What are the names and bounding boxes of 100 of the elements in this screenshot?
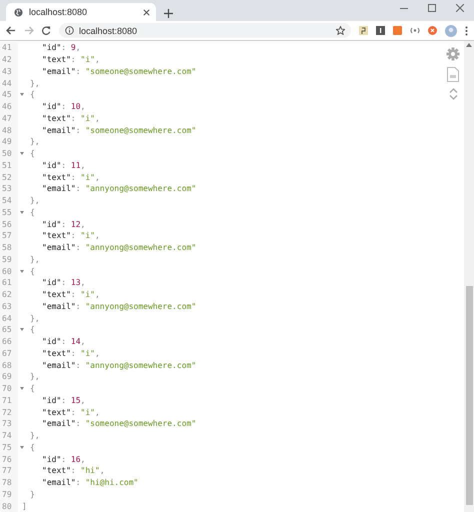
maximize-icon[interactable] (428, 4, 436, 12)
url-text: localhost:8080 (79, 26, 138, 36)
code-line: { (30, 384, 35, 394)
line-number: 78 (0, 476, 18, 488)
extension-icon[interactable] (428, 26, 437, 35)
code-line: }, (30, 372, 40, 382)
code-line: "email": "annyong@somewhere.com" (42, 243, 196, 252)
line-number: 76 (0, 453, 18, 465)
line-number: 59 (0, 254, 18, 266)
code-line: { (30, 90, 35, 100)
fold-arrow-icon[interactable] (20, 446, 24, 449)
code-line: "email": "hi@hi.com" (42, 478, 138, 488)
line-number: 41 (0, 42, 18, 54)
code-line: }, (30, 78, 40, 88)
line-number: 66 (0, 336, 18, 348)
line-number: 75 (0, 442, 18, 454)
code-line: "id": 9, (42, 43, 81, 52)
line-number: 57 (0, 230, 18, 242)
close-icon[interactable] (143, 8, 150, 16)
address-bar[interactable]: localhost:8080 (59, 23, 351, 38)
code-line: { (30, 149, 35, 158)
code-line: "text": "i", (42, 114, 100, 123)
code-line: }, (30, 254, 40, 264)
code-line: } (30, 490, 35, 499)
code-line: "id": 12, (42, 220, 86, 229)
tab-title: localhost:8080 (29, 7, 88, 17)
code-line: }, (30, 196, 40, 206)
menu-icon[interactable] (465, 26, 468, 36)
line-number: 58 (0, 242, 18, 254)
line-number: 80 (0, 500, 18, 512)
code-line: "email": "someone@somewhere.com" (42, 66, 196, 76)
line-number: 49 (0, 136, 18, 148)
scroll-up-icon[interactable] (466, 43, 472, 47)
code-line: }, (30, 137, 40, 146)
browser-tab[interactable]: localhost:8080 (6, 3, 156, 21)
back-icon[interactable] (6, 26, 16, 35)
code-line: "text": "i", (42, 348, 100, 358)
line-number: 65 (0, 324, 18, 336)
line-number: 70 (0, 382, 18, 394)
scrollbar[interactable] (464, 41, 474, 512)
new-tab-icon[interactable] (164, 9, 173, 18)
line-number: 44 (0, 77, 18, 89)
line-number: 43 (0, 66, 18, 78)
line-number: 74 (0, 430, 18, 442)
chevron-up-icon[interactable] (448, 88, 458, 93)
reload-icon[interactable] (42, 26, 51, 35)
line-number: 71 (0, 394, 18, 406)
scrollbar-thumb[interactable] (466, 286, 473, 505)
line-number: 69 (0, 371, 18, 383)
code-line: { (30, 442, 35, 452)
code-line: "email": "annyong@somewhere.com" (42, 302, 196, 311)
avatar-icon[interactable] (445, 24, 457, 36)
line-number: 61 (0, 277, 18, 289)
document-icon[interactable] (447, 67, 459, 82)
line-number: 48 (0, 124, 18, 136)
line-number: 46 (0, 100, 18, 112)
code-line: "id": 11, (42, 160, 86, 170)
line-number: 77 (0, 465, 18, 477)
line-number: 62 (0, 288, 18, 300)
code-line: "text": "i", (42, 290, 100, 300)
chevron-down-icon[interactable] (448, 95, 458, 100)
line-number: 50 (0, 148, 18, 160)
close-icon[interactable] (456, 4, 464, 12)
line-number: 56 (0, 218, 18, 230)
code-line: "id": 10, (42, 102, 86, 112)
line-number: 47 (0, 112, 18, 124)
code-line: "email": "someone@somewhere.com" (42, 419, 196, 428)
fold-arrow-icon[interactable] (20, 152, 24, 156)
extension-icon[interactable] (359, 26, 368, 35)
line-number: 45 (0, 89, 18, 101)
fold-arrow-icon[interactable] (20, 93, 24, 96)
code-line: "id": 15, (42, 396, 86, 405)
code-line: "id": 13, (42, 278, 86, 288)
extension-icon[interactable] (410, 26, 420, 35)
extension-icon[interactable] (376, 26, 385, 35)
line-number: 54 (0, 194, 18, 206)
code-line: "text": "i", (42, 172, 100, 182)
line-number: 42 (0, 54, 18, 66)
fold-arrow-icon[interactable] (20, 387, 24, 390)
settings-icon[interactable] (446, 47, 460, 61)
line-number: 63 (0, 300, 18, 312)
line-number: 79 (0, 488, 18, 500)
code-line: "email": "someone@somewhere.com" (42, 126, 196, 135)
fold-arrow-icon[interactable] (20, 270, 24, 273)
line-number: 67 (0, 348, 18, 360)
globe-icon (14, 8, 23, 16)
code-line: { (30, 325, 35, 334)
code-line: { (30, 266, 35, 276)
line-number: 73 (0, 418, 18, 430)
code-line: "text": "i", (42, 408, 100, 417)
code-line: }, (30, 314, 40, 323)
line-number: 68 (0, 359, 18, 371)
fold-arrow-icon[interactable] (20, 210, 24, 214)
forward-icon[interactable] (24, 26, 34, 35)
star-icon[interactable] (336, 26, 345, 35)
fold-arrow-icon[interactable] (20, 328, 24, 332)
code-line: }, (30, 431, 40, 440)
code-line: "id": 14, (42, 337, 86, 346)
info-icon[interactable] (65, 26, 74, 35)
code-line: "text": "i", (42, 55, 100, 64)
